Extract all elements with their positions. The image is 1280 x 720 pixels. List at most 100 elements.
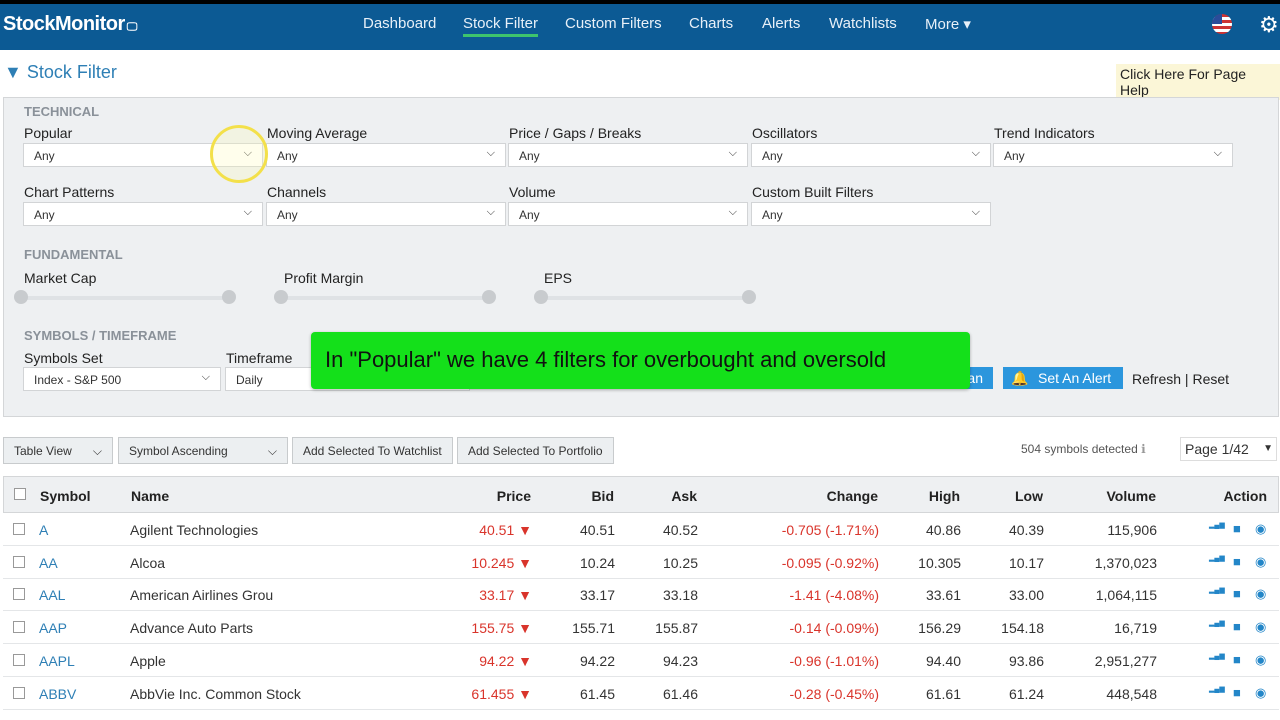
filter-select[interactable]: Any ⌵: [751, 143, 991, 167]
filter-label: Volume: [509, 184, 556, 200]
table-row: ABBV AbbVie Inc. Common Stock 61.455 ▼ 61.4…: [3, 677, 1279, 710]
row-checkbox[interactable]: [13, 523, 25, 535]
column-header[interactable]: Symbol: [40, 488, 91, 504]
symbol-link[interactable]: AA: [39, 555, 58, 571]
chart-icon[interactable]: ▂▄▆: [1209, 521, 1225, 529]
page-select[interactable]: Page 1/42 ▼: [1180, 437, 1277, 461]
reset-link[interactable]: Reset: [1192, 371, 1229, 387]
column-header[interactable]: Name: [131, 488, 169, 504]
cell: Advance Auto Parts: [130, 620, 253, 637]
slider-max-handle[interactable]: [482, 290, 496, 304]
gear-icon[interactable]: ⚙: [1259, 12, 1279, 38]
eye-icon[interactable]: ◉: [1255, 685, 1266, 701]
symbol-link[interactable]: AAP: [39, 620, 67, 636]
cell: 33.18: [662, 587, 698, 604]
eps-slider[interactable]: [534, 290, 756, 304]
filter-select[interactable]: Any ⌵: [266, 143, 506, 167]
sort-select[interactable]: Symbol Ascending ⌵: [118, 437, 288, 464]
filter-select[interactable]: Any ⌵: [23, 202, 263, 226]
slider-min-handle[interactable]: [274, 290, 288, 304]
caret-down-icon: ▼: [1263, 443, 1273, 454]
eye-icon[interactable]: ◉: [1255, 554, 1266, 570]
row-checkbox[interactable]: [13, 653, 25, 666]
briefcase-icon[interactable]: ■: [1233, 652, 1241, 667]
filter-select[interactable]: Any ⌵: [751, 202, 991, 226]
nav-charts[interactable]: Charts: [689, 15, 733, 32]
cell: 40.51: [579, 522, 615, 538]
column-header[interactable]: Low: [1015, 488, 1043, 504]
symbol-link[interactable]: AAL: [39, 587, 65, 603]
nav-more[interactable]: More ▾: [925, 15, 971, 33]
briefcase-icon[interactable]: ■: [1233, 521, 1241, 536]
cell: -0.28 (-0.45%): [789, 685, 879, 702]
cell: 94.22: [579, 652, 615, 669]
symbols-set-select[interactable]: Index - S&P 500 ⌵: [23, 367, 221, 391]
slider-min-handle[interactable]: [534, 290, 548, 304]
nav-stock-filter[interactable]: Stock Filter: [463, 15, 539, 37]
page-help-link[interactable]: Click Here For Page Help: [1116, 64, 1280, 100]
refresh-link[interactable]: Refresh: [1132, 371, 1181, 387]
chart-icon[interactable]: ▂▄▆: [1209, 685, 1225, 693]
filter-select[interactable]: Any ⌵: [508, 202, 748, 226]
row-checkbox[interactable]: [13, 686, 25, 699]
row-checkbox[interactable]: [13, 588, 25, 601]
chart-icon[interactable]: ▂▄▆: [1209, 619, 1225, 627]
filter-label: Chart Patterns: [24, 184, 115, 200]
symbol-link[interactable]: A: [39, 522, 48, 538]
row-checkbox[interactable]: [13, 621, 25, 634]
filter-select[interactable]: Any ⌵: [993, 143, 1233, 167]
chart-icon[interactable]: ▂▄▆: [1209, 586, 1225, 594]
slider-max-handle[interactable]: [222, 290, 236, 304]
column-header[interactable]: High: [929, 488, 960, 504]
column-header[interactable]: Action: [1223, 488, 1267, 504]
nav-alerts[interactable]: Alerts: [762, 15, 800, 32]
set-alert-button[interactable]: 🔔 Set An Alert: [1003, 367, 1123, 389]
filter-select[interactable]: Any ⌵: [266, 202, 506, 226]
briefcase-icon[interactable]: ■: [1233, 685, 1241, 700]
cell: 94.40: [925, 652, 961, 669]
nav-custom-filters[interactable]: Custom Filters: [565, 15, 662, 32]
slider-max-handle[interactable]: [742, 290, 756, 304]
logo[interactable]: StockMonitor 🖵: [3, 13, 137, 36]
cell: 155.71: [572, 620, 615, 637]
chart-icon[interactable]: ▂▄▆: [1209, 554, 1225, 562]
add-to-portfolio-button[interactable]: Add Selected To Portfolio: [457, 437, 614, 464]
us-flag-icon[interactable]: [1212, 14, 1232, 34]
view-select[interactable]: Table View ⌵: [3, 437, 113, 464]
cell: 93.86: [1008, 652, 1044, 669]
slider-min-handle[interactable]: [14, 290, 28, 304]
symbol-link[interactable]: ABBV: [39, 686, 76, 702]
column-header[interactable]: Change: [827, 488, 878, 504]
briefcase-icon[interactable]: ■: [1233, 586, 1241, 601]
eye-icon[interactable]: ◉: [1255, 586, 1266, 602]
chevron-down-icon: ⌵: [486, 147, 495, 159]
market-cap-slider[interactable]: [14, 290, 236, 304]
nav-watchlists[interactable]: Watchlists: [829, 15, 897, 32]
eye-icon[interactable]: ◉: [1255, 652, 1266, 668]
chevron-down-icon: ⌵: [486, 206, 495, 218]
profit-margin-slider[interactable]: [274, 290, 496, 304]
eye-icon[interactable]: ◉: [1255, 521, 1266, 537]
column-header[interactable]: Volume: [1106, 488, 1156, 504]
chevron-down-icon: ⌵: [201, 371, 210, 383]
select-all-checkbox[interactable]: [14, 488, 26, 500]
symbol-link[interactable]: AAPL: [39, 653, 75, 669]
add-to-watchlist-button[interactable]: Add Selected To Watchlist: [292, 437, 453, 464]
chevron-down-icon: ⌵: [971, 147, 980, 159]
briefcase-icon[interactable]: ■: [1233, 619, 1241, 634]
column-header[interactable]: Price: [497, 488, 531, 504]
nav-dashboard[interactable]: Dashboard: [363, 15, 436, 32]
briefcase-icon[interactable]: ■: [1233, 554, 1241, 569]
eye-icon[interactable]: ◉: [1255, 619, 1266, 635]
cell: 33.17: [579, 587, 615, 604]
cell: -0.095 (-0.92%): [781, 554, 879, 571]
filter-select[interactable]: Any ⌵: [508, 143, 748, 167]
cell: Alcoa: [130, 554, 166, 571]
table-row: AAPL Apple 94.22 ▼ 94.22 94.23 -0.96 (-1.01%)…: [3, 644, 1279, 677]
column-header[interactable]: Bid: [591, 488, 614, 504]
cell: 33.17 ▼: [479, 587, 532, 604]
chart-icon[interactable]: ▂▄▆: [1209, 652, 1225, 660]
column-header[interactable]: Ask: [671, 488, 697, 504]
tutorial-caption: In "Popular" we have 4 filters for overb…: [311, 332, 970, 389]
row-checkbox[interactable]: [13, 555, 25, 568]
